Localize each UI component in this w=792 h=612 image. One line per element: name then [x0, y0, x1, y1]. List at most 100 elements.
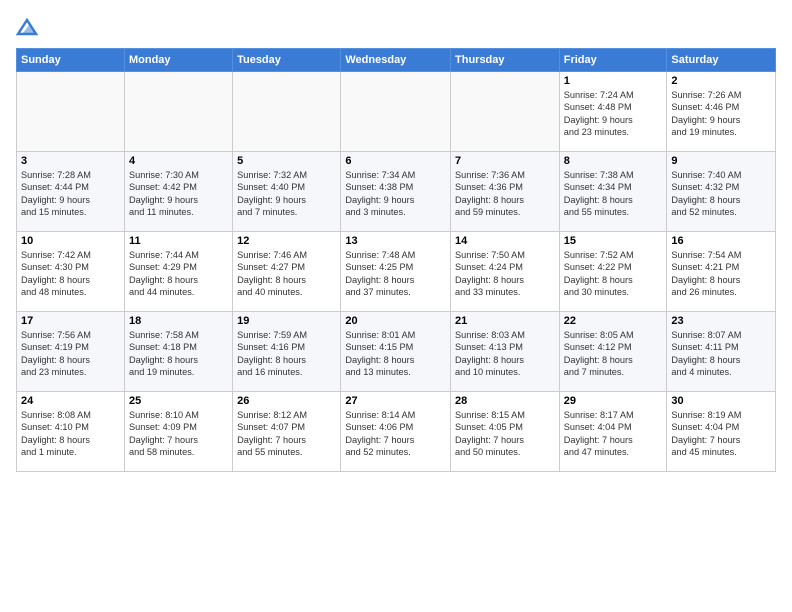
day-number: 5	[237, 155, 336, 167]
calendar-cell: 25 Sunrise: 8:10 AMSunset: 4:09 PMDayligh…	[124, 392, 232, 472]
day-number: 14	[455, 235, 555, 247]
day-info: Sunrise: 7:50 AMSunset: 4:24 PMDaylight:…	[455, 249, 555, 299]
calendar-cell: 5 Sunrise: 7:32 AMSunset: 4:40 PMDaylight…	[233, 152, 341, 232]
calendar-week-row: 10 Sunrise: 7:42 AMSunset: 4:30 PMDayligh…	[17, 232, 776, 312]
calendar-cell: 19Sunrise: 7:59 AMSunset: 4:16 PMDayligh…	[233, 312, 341, 392]
calendar-cell: 8Sunrise: 7:38 AMSunset: 4:34 PMDaylight…	[559, 152, 667, 232]
calendar-cell: 18 Sunrise: 7:58 AMSunset: 4:18 PMDayligh…	[124, 312, 232, 392]
day-info: Sunrise: 7:52 AMSunset: 4:22 PMDaylight:…	[564, 249, 663, 299]
page: SundayMondayTuesdayWednesdayThursdayFrid…	[0, 0, 792, 612]
calendar-cell	[17, 72, 125, 152]
weekday-header: Friday	[559, 49, 667, 72]
day-number: 13	[345, 235, 446, 247]
day-info: Sunrise: 8:07 AMSunset: 4:11 PMDaylight:…	[671, 329, 771, 379]
day-info: Sunrise: 8:14 AMSunset: 4:06 PMDaylight:…	[345, 409, 446, 459]
calendar-cell: 1Sunrise: 7:24 AMSunset: 4:48 PMDaylight…	[559, 72, 667, 152]
day-number: 17	[21, 315, 120, 327]
day-number: 21	[455, 315, 555, 327]
weekday-header: Saturday	[667, 49, 776, 72]
day-info: Sunrise: 7:40 AMSunset: 4:32 PMDaylight:…	[671, 169, 771, 219]
day-info: Sunrise: 7:58 AMSunset: 4:18 PMDaylight:…	[129, 329, 228, 379]
calendar-cell: 4 Sunrise: 7:30 AMSunset: 4:42 PMDaylight…	[124, 152, 232, 232]
calendar-cell	[451, 72, 560, 152]
calendar-cell	[124, 72, 232, 152]
day-number: 22	[564, 315, 663, 327]
weekday-header: Wednesday	[341, 49, 451, 72]
weekday-header: Tuesday	[233, 49, 341, 72]
logo-icon	[16, 16, 38, 38]
calendar-cell: 22 Sunrise: 8:05 AMSunset: 4:12 PMDayligh…	[559, 312, 667, 392]
day-number: 10	[21, 235, 120, 247]
day-info: Sunrise: 8:17 AMSunset: 4:04 PMDaylight:…	[564, 409, 663, 459]
day-number: 29	[564, 395, 663, 407]
day-number: 1	[564, 75, 663, 87]
calendar-cell: 13 Sunrise: 7:48 AMSunset: 4:25 PMDayligh…	[341, 232, 451, 312]
day-info: Sunrise: 7:54 AMSunset: 4:21 PMDaylight:…	[671, 249, 771, 299]
calendar-cell: 16 Sunrise: 7:54 AMSunset: 4:21 PMDayligh…	[667, 232, 776, 312]
calendar-week-row: 1Sunrise: 7:24 AMSunset: 4:48 PMDaylight…	[17, 72, 776, 152]
day-number: 4	[129, 155, 228, 167]
day-info: Sunrise: 7:30 AMSunset: 4:42 PMDaylight:…	[129, 169, 228, 219]
day-info: Sunrise: 8:03 AMSunset: 4:13 PMDaylight:…	[455, 329, 555, 379]
calendar-cell: 6 Sunrise: 7:34 AMSunset: 4:38 PMDaylight…	[341, 152, 451, 232]
weekday-header: Thursday	[451, 49, 560, 72]
day-number: 9	[671, 155, 771, 167]
day-info: Sunrise: 8:01 AMSunset: 4:15 PMDaylight:…	[345, 329, 446, 379]
day-info: Sunrise: 8:15 AMSunset: 4:05 PMDaylight:…	[455, 409, 555, 459]
day-number: 6	[345, 155, 446, 167]
calendar-cell: 28 Sunrise: 8:15 AMSunset: 4:05 PMDayligh…	[451, 392, 560, 472]
day-number: 26	[237, 395, 336, 407]
calendar-week-row: 24Sunrise: 8:08 AMSunset: 4:10 PMDayligh…	[17, 392, 776, 472]
calendar-cell: 29 Sunrise: 8:17 AMSunset: 4:04 PMDayligh…	[559, 392, 667, 472]
day-info: Sunrise: 7:56 AMSunset: 4:19 PMDaylight:…	[21, 329, 120, 379]
day-info: Sunrise: 7:48 AMSunset: 4:25 PMDaylight:…	[345, 249, 446, 299]
day-number: 15	[564, 235, 663, 247]
header	[16, 16, 776, 38]
day-number: 25	[129, 395, 228, 407]
calendar-cell: 2 Sunrise: 7:26 AMSunset: 4:46 PMDaylight…	[667, 72, 776, 152]
calendar-cell: 15 Sunrise: 7:52 AMSunset: 4:22 PMDayligh…	[559, 232, 667, 312]
day-info: Sunrise: 7:28 AMSunset: 4:44 PMDaylight:…	[21, 169, 120, 219]
day-number: 3	[21, 155, 120, 167]
calendar-table: SundayMondayTuesdayWednesdayThursdayFrid…	[16, 48, 776, 472]
day-info: Sunrise: 7:26 AMSunset: 4:46 PMDaylight:…	[671, 89, 771, 139]
day-number: 20	[345, 315, 446, 327]
day-number: 30	[671, 395, 771, 407]
day-info: Sunrise: 8:05 AMSunset: 4:12 PMDaylight:…	[564, 329, 663, 379]
calendar-header-row: SundayMondayTuesdayWednesdayThursdayFrid…	[17, 49, 776, 72]
calendar-cell	[233, 72, 341, 152]
day-number: 2	[671, 75, 771, 87]
day-number: 28	[455, 395, 555, 407]
calendar-cell: 7 Sunrise: 7:36 AMSunset: 4:36 PMDaylight…	[451, 152, 560, 232]
day-info: Sunrise: 8:19 AMSunset: 4:04 PMDaylight:…	[671, 409, 771, 459]
calendar-cell: 30 Sunrise: 8:19 AMSunset: 4:04 PMDayligh…	[667, 392, 776, 472]
day-number: 7	[455, 155, 555, 167]
calendar-cell: 27Sunrise: 8:14 AMSunset: 4:06 PMDayligh…	[341, 392, 451, 472]
day-number: 18	[129, 315, 228, 327]
day-info: Sunrise: 7:42 AMSunset: 4:30 PMDaylight:…	[21, 249, 120, 299]
calendar-cell: 21 Sunrise: 8:03 AMSunset: 4:13 PMDayligh…	[451, 312, 560, 392]
calendar-week-row: 3 Sunrise: 7:28 AMSunset: 4:44 PMDaylight…	[17, 152, 776, 232]
day-info: Sunrise: 8:12 AMSunset: 4:07 PMDaylight:…	[237, 409, 336, 459]
calendar-week-row: 17 Sunrise: 7:56 AMSunset: 4:19 PMDayligh…	[17, 312, 776, 392]
day-info: Sunrise: 7:32 AMSunset: 4:40 PMDaylight:…	[237, 169, 336, 219]
calendar-cell	[341, 72, 451, 152]
calendar-cell: 20 Sunrise: 8:01 AMSunset: 4:15 PMDayligh…	[341, 312, 451, 392]
calendar-cell: 17 Sunrise: 7:56 AMSunset: 4:19 PMDayligh…	[17, 312, 125, 392]
day-number: 8	[564, 155, 663, 167]
calendar-cell: 11Sunrise: 7:44 AMSunset: 4:29 PMDayligh…	[124, 232, 232, 312]
day-number: 23	[671, 315, 771, 327]
calendar-cell: 23 Sunrise: 8:07 AMSunset: 4:11 PMDayligh…	[667, 312, 776, 392]
day-info: Sunrise: 7:34 AMSunset: 4:38 PMDaylight:…	[345, 169, 446, 219]
calendar-cell: 3 Sunrise: 7:28 AMSunset: 4:44 PMDaylight…	[17, 152, 125, 232]
calendar-cell: 24Sunrise: 8:08 AMSunset: 4:10 PMDayligh…	[17, 392, 125, 472]
calendar-cell: 10 Sunrise: 7:42 AMSunset: 4:30 PMDayligh…	[17, 232, 125, 312]
day-info: Sunrise: 7:36 AMSunset: 4:36 PMDaylight:…	[455, 169, 555, 219]
day-number: 16	[671, 235, 771, 247]
day-number: 11	[129, 235, 228, 247]
day-info: Sunrise: 8:10 AMSunset: 4:09 PMDaylight:…	[129, 409, 228, 459]
weekday-header: Sunday	[17, 49, 125, 72]
day-info: Sunrise: 7:59 AMSunset: 4:16 PMDaylight:…	[237, 329, 336, 379]
day-number: 24	[21, 395, 120, 407]
calendar-cell: 9 Sunrise: 7:40 AMSunset: 4:32 PMDaylight…	[667, 152, 776, 232]
